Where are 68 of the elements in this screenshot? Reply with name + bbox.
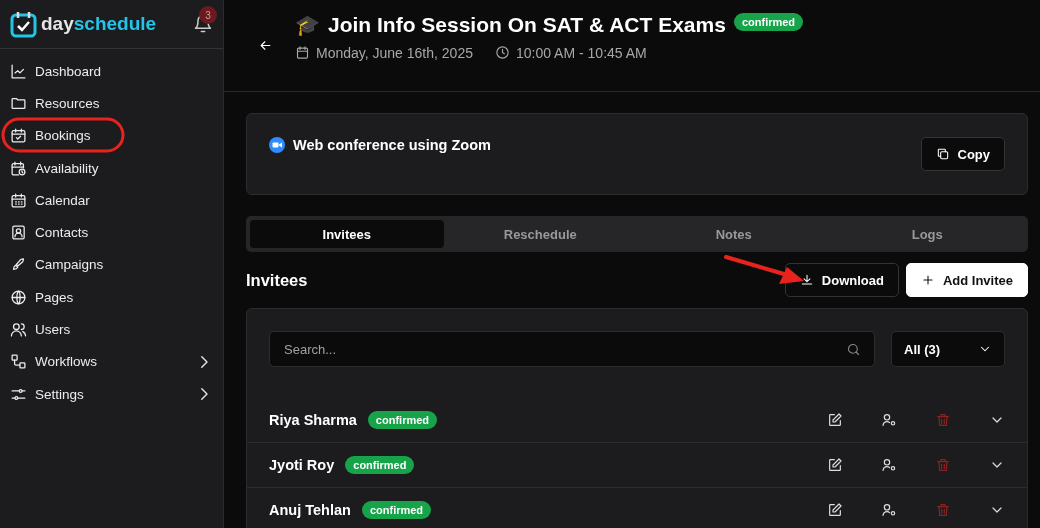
search-field[interactable]: Search... [269,331,875,367]
edit-button[interactable] [827,412,843,428]
sidebar-item[interactable]: Dashboard [0,55,223,88]
section-heading: Invitees [246,270,308,290]
location-label: Web conference using Zoom [293,137,491,153]
edit-icon [827,457,843,473]
calendar-icon [10,191,27,209]
user-settings-button[interactable] [881,457,897,473]
video-camera-icon [269,137,285,153]
invitee-name: Jyoti Roy [269,457,335,473]
copy-button[interactable]: Copy [920,137,1005,171]
status-badge: confirmed [367,411,438,429]
edit-icon [827,502,843,518]
add-invitee-button[interactable]: Add Invitee [905,263,1028,297]
chart-icon [10,62,27,80]
plus-icon [920,273,935,287]
edit-icon [827,412,843,428]
globe-icon [10,288,27,306]
tab[interactable]: Reschedule [443,220,637,248]
clock-icon [494,45,510,60]
logo-text: dayschedule [41,13,157,35]
sidebar-item[interactable]: Availability [0,151,223,185]
back-button[interactable] [258,38,273,53]
download-button[interactable]: Download [784,263,899,297]
contact-card-icon [10,224,27,242]
user-gear-icon [881,502,897,518]
download-icon [799,273,814,287]
trash-icon [935,412,951,428]
invitee-name: Anuj Tehlan [269,502,351,518]
graduation-cap-icon: 🎓 [295,12,320,37]
event-date: Monday, June 16th, 2025 [316,44,473,61]
status-badge: confirmed [361,501,432,519]
status-badge: confirmed [733,12,804,31]
event-title: Join Info Session On SAT & ACT Exams [328,12,726,37]
tab[interactable]: Invitees [250,220,444,248]
sidebar-item[interactable]: Bookings [0,119,223,152]
sidebar-item[interactable]: Contacts [0,216,223,249]
copy-icon [935,147,950,161]
user-gear-icon [881,457,897,473]
calendar-check-icon [10,127,27,145]
filter-dropdown[interactable]: All (3) [891,331,1005,367]
sidebar-item[interactable]: Resources [0,87,223,120]
edit-button[interactable] [827,457,843,473]
tab[interactable]: Logs [830,220,1024,248]
notification-badge: 3 [199,6,217,24]
users-icon [10,321,27,338]
workflow-icon [10,353,27,371]
logo-icon [10,10,38,38]
sidebar-item[interactable]: Users [0,313,223,346]
calendar-clock-icon [10,159,27,177]
tab[interactable]: Notes [637,220,831,248]
invitee-name: Riya Sharma [269,412,357,428]
sidebar-item[interactable]: Settings [0,377,223,411]
trash-icon [935,502,951,518]
user-gear-icon [881,412,897,428]
arrow-left-icon [258,38,273,53]
sidebar-item[interactable]: Calendar [0,184,223,217]
user-settings-button[interactable] [881,412,897,428]
sidebar-item[interactable]: Workflows [0,345,223,378]
trash-icon [935,457,951,473]
edit-button[interactable] [827,502,843,518]
user-settings-button[interactable] [881,502,897,518]
sidebar-item[interactable]: Campaigns [0,248,223,282]
sidebar-item[interactable]: Pages [0,281,223,314]
event-time: 10:00 AM - 10:45 AM [515,44,647,61]
status-badge: confirmed [345,456,415,474]
calendar-icon [295,45,310,60]
search-icon [846,342,861,357]
